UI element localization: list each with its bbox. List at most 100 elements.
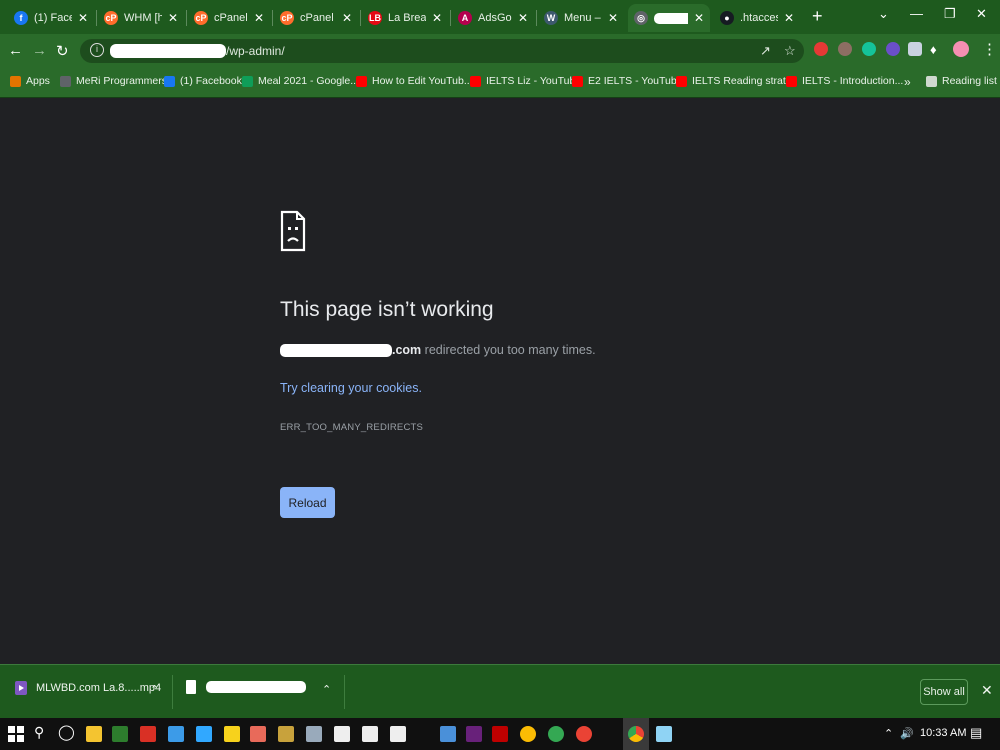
pdf-icon[interactable] [140, 726, 156, 742]
cpanel-icon: cP [194, 11, 208, 25]
bookmark-item[interactable]: MeRi Programmers [60, 75, 167, 87]
notifications-icon[interactable]: ▤ [970, 725, 982, 741]
photoshop-icon[interactable] [196, 726, 212, 742]
tab[interactable]: cP cPanel - To ✕ [188, 4, 270, 32]
extension-badge-icon[interactable] [886, 42, 900, 56]
close-tab-icon[interactable]: ✕ [608, 11, 618, 25]
downloads-bar: MLWBD.com La.8.....mp4 ⌃ ⌃ Show all ✕ [0, 664, 1000, 718]
profile-avatar[interactable] [953, 41, 969, 57]
reading-list-label: Reading list [942, 75, 997, 87]
document-icon[interactable] [334, 726, 350, 742]
tab[interactable]: ◎ ✕ [628, 4, 710, 32]
tray-overflow-icon[interactable]: ⌃ [884, 727, 893, 740]
close-tab-icon[interactable]: ✕ [254, 11, 264, 25]
store-icon[interactable] [112, 726, 128, 742]
forward-button[interactable]: → [32, 42, 47, 59]
site-info-icon[interactable]: i [90, 43, 104, 57]
reading-list[interactable]: Reading list [926, 75, 997, 87]
youtube-icon [470, 75, 481, 87]
download-options-chevron[interactable]: ⌃ [322, 683, 331, 696]
chrome-icon[interactable] [548, 726, 564, 742]
sticky-notes-icon[interactable] [224, 726, 240, 742]
pen-icon[interactable] [278, 726, 294, 742]
clock[interactable]: 10:33 AM [920, 727, 966, 739]
tab[interactable]: A AdsGo.Dig ✕ [452, 4, 534, 32]
bookmark-item[interactable]: E2 IELTS - YouTube [572, 75, 683, 87]
bookmark-item[interactable]: Meal 2021 - Google... [242, 75, 359, 87]
redacted-filename [206, 681, 306, 693]
address-bar[interactable]: i /wp-admin/ ↗ ☆ [80, 39, 804, 63]
download-options-chevron[interactable]: ⌃ [150, 683, 159, 696]
bookmark-item[interactable]: (1) Facebook [164, 75, 242, 87]
bookmark-item[interactable]: Apps [10, 75, 50, 87]
close-tab-icon[interactable]: ✕ [342, 11, 352, 25]
new-tab-button[interactable]: + [812, 6, 823, 27]
bookmarks-overflow[interactable]: » [904, 75, 911, 89]
volume-icon[interactable]: 🔊 [900, 727, 914, 740]
back-button[interactable]: ← [8, 42, 23, 59]
grammarly-icon[interactable] [862, 42, 876, 56]
vscode-icon[interactable] [168, 726, 184, 742]
bookmark-star-icon[interactable]: ☆ [784, 43, 796, 59]
file-explorer-icon[interactable] [86, 726, 102, 742]
reload-button[interactable]: Reload [280, 487, 335, 518]
shield-icon[interactable] [908, 42, 922, 56]
tab-divider [96, 10, 97, 26]
divider [344, 675, 345, 709]
vs-icon[interactable] [466, 726, 482, 742]
tab[interactable]: W Menu – V ✕ [538, 4, 624, 32]
extension-icon[interactable] [814, 42, 828, 56]
cortana-icon[interactable]: ◯ [58, 723, 75, 741]
minimize-button[interactable]: — [910, 6, 923, 21]
tab-strip: f(1) Facebo✕cPWHM [hw✕cPcPanel - To✕cPcP… [0, 0, 1000, 34]
close-tab-icon[interactable]: ✕ [432, 11, 442, 25]
tab[interactable]: ● .htaccess c ✕ [714, 4, 800, 32]
bookmark-label: IELTS Liz - YouTube [486, 75, 582, 87]
clear-cookies-link[interactable]: Try clearing your cookies. [280, 381, 422, 395]
close-tab-icon[interactable]: ✕ [784, 11, 794, 25]
tab[interactable]: cP cPanel File ✕ [274, 4, 358, 32]
facebook-icon [164, 75, 175, 87]
show-all-button[interactable]: Show all [920, 679, 968, 705]
close-downloads-icon[interactable]: ✕ [981, 682, 993, 699]
download-item[interactable] [186, 680, 306, 694]
app-icon[interactable] [306, 726, 322, 742]
tab[interactable]: f (1) Facebo ✕ [8, 4, 94, 32]
tab-search-icon[interactable]: ⌄ [878, 6, 889, 22]
tab-title [654, 12, 688, 24]
document-icon[interactable] [390, 726, 406, 742]
share-icon[interactable]: ↗ [760, 43, 771, 59]
close-tab-icon[interactable]: ✕ [518, 11, 528, 25]
windows-start-icon[interactable] [8, 726, 24, 742]
sheets-icon [242, 75, 253, 87]
paint-icon[interactable] [250, 726, 266, 742]
tab[interactable]: cP WHM [hw ✕ [98, 4, 184, 32]
bookmark-item[interactable]: IELTS Liz - YouTube [470, 75, 581, 87]
extension-icon[interactable] [838, 42, 852, 56]
close-tab-icon[interactable]: ✕ [78, 11, 88, 25]
restore-button[interactable]: ❐ [944, 6, 956, 22]
extensions-puzzle-icon[interactable]: ♦ [930, 42, 937, 57]
filezilla-icon[interactable] [492, 726, 508, 742]
bookmark-item[interactable]: How to Edit YouTub... [356, 75, 473, 87]
search-icon[interactable]: ⚲ [34, 724, 44, 741]
more-menu-icon[interactable]: ⋮ [982, 40, 997, 58]
bookmark-label: (1) Facebook [180, 75, 242, 87]
keyboard-icon[interactable] [440, 726, 456, 742]
chrome-icon[interactable] [520, 726, 536, 742]
video-file-icon [15, 681, 27, 695]
chrome-icon[interactable] [576, 726, 592, 742]
chrome-icon[interactable] [628, 726, 644, 742]
reload-toolbar-button[interactable]: ↻ [56, 42, 69, 60]
bookmark-item[interactable]: IELTS - Introduction... [786, 75, 903, 87]
notepad-icon[interactable] [656, 726, 672, 742]
tab-divider [186, 10, 187, 26]
download-item[interactable]: MLWBD.com La.8.....mp4 [14, 680, 161, 696]
document-icon[interactable] [362, 726, 378, 742]
bookmark-item[interactable]: IELTS Reading strat... [676, 75, 795, 87]
url-path: /wp-admin/ [226, 44, 285, 58]
close-window-button[interactable]: ✕ [976, 6, 987, 22]
close-tab-icon[interactable]: ✕ [694, 11, 704, 25]
close-tab-icon[interactable]: ✕ [168, 11, 178, 25]
tab[interactable]: LB La Brea : S ✕ [362, 4, 448, 32]
